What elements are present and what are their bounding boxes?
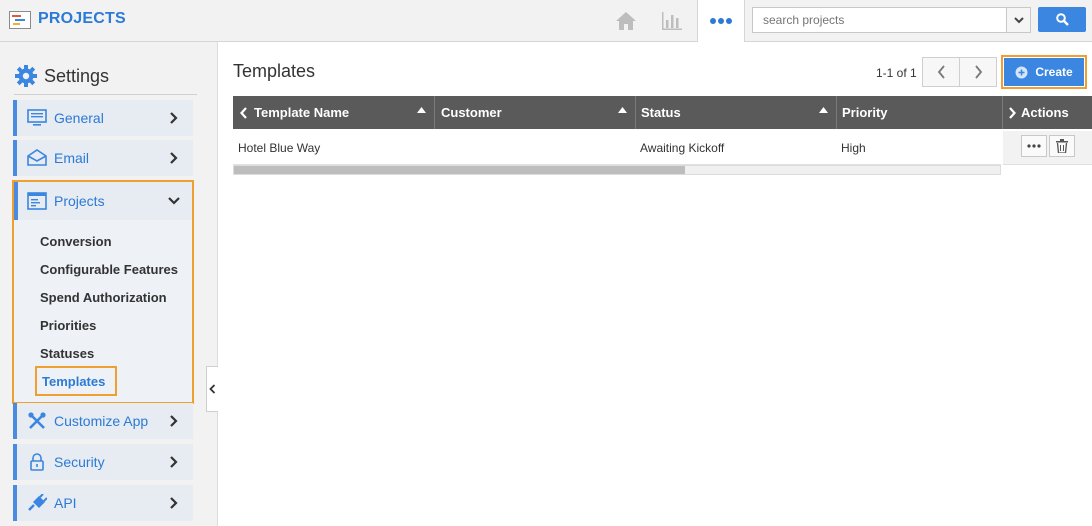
page-title: Templates bbox=[233, 61, 316, 81]
home-button[interactable] bbox=[604, 0, 648, 41]
sidebar-subitem-templates[interactable]: Templates bbox=[35, 366, 117, 396]
sidebar-item-api[interactable]: API bbox=[13, 485, 193, 521]
projects-icon bbox=[27, 192, 47, 210]
settings-heading: Settings bbox=[14, 64, 109, 88]
sidebar-subitem-configurable-features[interactable]: Configurable Features bbox=[40, 262, 178, 277]
sidebar-item-general[interactable]: General bbox=[13, 100, 193, 136]
chevron-left-icon bbox=[209, 384, 216, 394]
sidebar-subitem-priorities[interactable]: Priorities bbox=[40, 318, 96, 333]
sidebar-item-label: General bbox=[54, 110, 104, 126]
search-icon bbox=[1055, 13, 1069, 26]
row-actions bbox=[1003, 131, 1092, 165]
column-label: Priority bbox=[842, 105, 888, 120]
divider bbox=[14, 94, 197, 95]
bar-chart-icon bbox=[662, 11, 682, 30]
more-apps-button[interactable] bbox=[697, 0, 745, 42]
column-label: Status bbox=[641, 105, 681, 120]
previous-page-button[interactable] bbox=[922, 57, 960, 87]
top-bar: PROJECTS bbox=[0, 0, 1092, 42]
trash-icon bbox=[1056, 139, 1068, 153]
row-delete-button[interactable] bbox=[1049, 135, 1075, 157]
search-input[interactable] bbox=[752, 7, 1008, 33]
chevron-right-icon bbox=[974, 65, 982, 79]
sidebar-item-label: API bbox=[54, 495, 77, 511]
sort-ascending-icon[interactable] bbox=[417, 107, 426, 113]
chevron-right-icon bbox=[170, 456, 178, 468]
sidebar-subitem-spend-authorization[interactable]: Spend Authorization bbox=[40, 290, 167, 305]
more-icon bbox=[1027, 144, 1041, 148]
plug-icon bbox=[28, 494, 47, 511]
sort-ascending-icon[interactable] bbox=[819, 107, 828, 113]
scrollbar-thumb[interactable] bbox=[234, 166, 685, 174]
chevron-right-icon bbox=[170, 112, 178, 124]
sidebar-item-customize-app[interactable]: Customize App bbox=[13, 403, 193, 439]
search-button[interactable] bbox=[1038, 7, 1086, 32]
sidebar-collapse-toggle[interactable] bbox=[206, 366, 218, 412]
sidebar-item-label: Projects bbox=[54, 193, 105, 209]
lock-icon bbox=[30, 453, 44, 471]
column-header-actions[interactable]: Actions bbox=[1003, 96, 1092, 129]
settings-sidebar: Settings General Email Projects Conversi… bbox=[0, 42, 218, 526]
sidebar-item-label: Customize App bbox=[54, 413, 149, 429]
column-header-template-name[interactable]: Template Name bbox=[233, 96, 435, 129]
tools-icon bbox=[28, 412, 46, 429]
chevron-right-icon bbox=[1009, 106, 1016, 119]
sidebar-item-email[interactable]: Email bbox=[13, 140, 193, 176]
projects-logo-icon bbox=[9, 11, 31, 29]
create-button-label: Create bbox=[1035, 65, 1073, 79]
create-button[interactable]: Create bbox=[1004, 58, 1084, 86]
more-icon bbox=[710, 18, 732, 24]
monitor-icon bbox=[27, 109, 47, 126]
settings-title: Settings bbox=[44, 65, 110, 86]
sort-ascending-icon[interactable] bbox=[618, 107, 627, 113]
sidebar-subitem-conversion[interactable]: Conversion bbox=[40, 234, 112, 249]
sidebar-item-label: Email bbox=[54, 150, 90, 166]
column-label: Actions bbox=[1021, 105, 1069, 120]
sidebar-item-label: Security bbox=[54, 454, 105, 470]
search-dropdown-button[interactable] bbox=[1006, 7, 1031, 33]
gear-icon bbox=[15, 65, 37, 87]
sidebar-item-projects[interactable]: Projects bbox=[14, 182, 192, 220]
table-header: Template Name Customer Status Priority A… bbox=[233, 96, 1092, 129]
chevron-left-icon bbox=[937, 65, 945, 79]
column-label: Customer bbox=[441, 105, 502, 120]
column-header-status[interactable]: Status bbox=[636, 96, 837, 129]
sidebar-subitem-statuses[interactable]: Statuses bbox=[40, 346, 94, 361]
reports-button[interactable] bbox=[650, 0, 694, 41]
column-label: Template Name bbox=[254, 105, 350, 120]
pagination-info: 1-1 of 1 bbox=[876, 66, 917, 80]
cell-template-name[interactable]: Hotel Blue Way bbox=[238, 141, 320, 155]
cell-priority: High bbox=[841, 141, 866, 155]
chevron-right-icon bbox=[170, 497, 178, 509]
column-header-priority[interactable]: Priority bbox=[837, 96, 1003, 129]
chevron-right-icon bbox=[170, 152, 178, 164]
plus-circle-icon bbox=[1015, 66, 1028, 78]
chevron-down-icon bbox=[168, 197, 180, 205]
row-more-button[interactable] bbox=[1021, 135, 1047, 157]
table-horizontal-scrollbar[interactable] bbox=[233, 165, 1001, 175]
envelope-icon bbox=[27, 149, 47, 166]
cell-status: Awaiting Kickoff bbox=[640, 141, 725, 155]
home-icon bbox=[616, 11, 636, 30]
column-header-customer[interactable]: Customer bbox=[435, 96, 636, 129]
table-row[interactable]: Hotel Blue Way Awaiting Kickoff High bbox=[233, 131, 1001, 165]
app-title[interactable]: PROJECTS bbox=[38, 10, 126, 28]
chevron-right-icon bbox=[170, 415, 178, 427]
chevron-down-icon bbox=[1013, 16, 1024, 23]
sidebar-group-projects: Projects Conversion Configurable Feature… bbox=[12, 180, 194, 404]
chevron-left-icon bbox=[240, 106, 247, 119]
sidebar-item-security[interactable]: Security bbox=[13, 444, 193, 480]
next-page-button[interactable] bbox=[959, 57, 997, 87]
